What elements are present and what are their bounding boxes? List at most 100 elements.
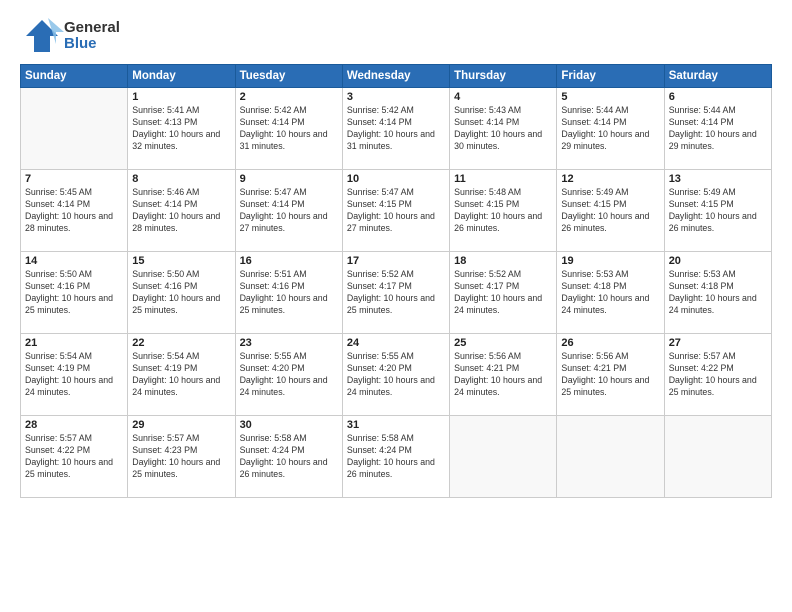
calendar-cell: 10 Sunrise: 5:47 AMSunset: 4:15 PMDayligh… <box>342 170 449 252</box>
day-info: Sunrise: 5:43 AMSunset: 4:14 PMDaylight:… <box>454 105 552 153</box>
calendar-cell: 11 Sunrise: 5:48 AMSunset: 4:15 PMDayligh… <box>450 170 557 252</box>
weekday-saturday: Saturday <box>664 65 771 88</box>
calendar-cell: 13 Sunrise: 5:49 AMSunset: 4:15 PMDayligh… <box>664 170 771 252</box>
day-info: Sunrise: 5:44 AMSunset: 4:14 PMDaylight:… <box>561 105 659 153</box>
day-number: 18 <box>454 255 552 267</box>
day-info: Sunrise: 5:49 AMSunset: 4:15 PMDaylight:… <box>669 187 767 235</box>
day-info: Sunrise: 5:52 AMSunset: 4:17 PMDaylight:… <box>347 269 445 317</box>
calendar-cell: 2 Sunrise: 5:42 AMSunset: 4:14 PMDaylight… <box>235 88 342 170</box>
week-row-5: 28Sunrise: 5:57 AMSunset: 4:22 PMDayligh… <box>21 416 772 498</box>
day-info: Sunrise: 5:46 AMSunset: 4:14 PMDaylight:… <box>132 187 230 235</box>
logo: GeneralBlue <box>20 18 120 54</box>
logo-triangle-icon <box>20 18 64 54</box>
day-number: 17 <box>347 255 445 267</box>
day-number: 10 <box>347 173 445 185</box>
day-number: 12 <box>561 173 659 185</box>
day-number: 6 <box>669 91 767 103</box>
calendar-cell <box>450 416 557 498</box>
day-info: Sunrise: 5:57 AMSunset: 4:22 PMDaylight:… <box>25 433 123 481</box>
calendar-cell: 24 Sunrise: 5:55 AMSunset: 4:20 PMDayligh… <box>342 334 449 416</box>
calendar-cell: 9 Sunrise: 5:47 AMSunset: 4:14 PMDaylight… <box>235 170 342 252</box>
day-info: Sunrise: 5:54 AMSunset: 4:19 PMDaylight:… <box>25 351 123 399</box>
day-number: 24 <box>347 337 445 349</box>
calendar-cell: 29 Sunrise: 5:57 AMSunset: 4:23 PMDayligh… <box>128 416 235 498</box>
weekday-thursday: Thursday <box>450 65 557 88</box>
day-number: 8 <box>132 173 230 185</box>
weekday-header-row: SundayMondayTuesdayWednesdayThursdayFrid… <box>21 65 772 88</box>
day-info: Sunrise: 5:42 AMSunset: 4:14 PMDaylight:… <box>240 105 338 153</box>
day-info: Sunrise: 5:56 AMSunset: 4:21 PMDaylight:… <box>561 351 659 399</box>
day-info: Sunrise: 5:47 AMSunset: 4:14 PMDaylight:… <box>240 187 338 235</box>
day-info: Sunrise: 5:50 AMSunset: 4:16 PMDaylight:… <box>132 269 230 317</box>
calendar-cell: 12 Sunrise: 5:49 AMSunset: 4:15 PMDayligh… <box>557 170 664 252</box>
day-number: 19 <box>561 255 659 267</box>
day-info: Sunrise: 5:42 AMSunset: 4:14 PMDaylight:… <box>347 105 445 153</box>
day-info: Sunrise: 5:45 AMSunset: 4:14 PMDaylight:… <box>25 187 123 235</box>
calendar-cell: 3 Sunrise: 5:42 AMSunset: 4:14 PMDaylight… <box>342 88 449 170</box>
calendar-cell: 17 Sunrise: 5:52 AMSunset: 4:17 PMDayligh… <box>342 252 449 334</box>
logo-blue-text: Blue <box>64 36 120 53</box>
day-info: Sunrise: 5:49 AMSunset: 4:15 PMDaylight:… <box>561 187 659 235</box>
day-info: Sunrise: 5:52 AMSunset: 4:17 PMDaylight:… <box>454 269 552 317</box>
page: GeneralBlue SundayMondayTuesdayWednesday… <box>0 0 792 612</box>
calendar-cell: 14 Sunrise: 5:50 AMSunset: 4:16 PMDayligh… <box>21 252 128 334</box>
calendar-cell: 25Sunrise: 5:56 AMSunset: 4:21 PMDayligh… <box>450 334 557 416</box>
week-row-1: 1Sunrise: 5:41 AMSunset: 4:13 PMDaylight… <box>21 88 772 170</box>
day-number: 27 <box>669 337 767 349</box>
day-number: 30 <box>240 419 338 431</box>
weekday-friday: Friday <box>557 65 664 88</box>
day-number: 1 <box>132 91 230 103</box>
day-info: Sunrise: 5:47 AMSunset: 4:15 PMDaylight:… <box>347 187 445 235</box>
calendar-cell: 15 Sunrise: 5:50 AMSunset: 4:16 PMDayligh… <box>128 252 235 334</box>
logo-general-text: General <box>64 20 120 37</box>
calendar-cell: 8 Sunrise: 5:46 AMSunset: 4:14 PMDaylight… <box>128 170 235 252</box>
day-number: 2 <box>240 91 338 103</box>
day-info: Sunrise: 5:55 AMSunset: 4:20 PMDaylight:… <box>347 351 445 399</box>
calendar-cell: 18 Sunrise: 5:52 AMSunset: 4:17 PMDayligh… <box>450 252 557 334</box>
calendar-cell: 23 Sunrise: 5:55 AMSunset: 4:20 PMDayligh… <box>235 334 342 416</box>
weekday-sunday: Sunday <box>21 65 128 88</box>
day-number: 26 <box>561 337 659 349</box>
calendar-cell: 27Sunrise: 5:57 AMSunset: 4:22 PMDayligh… <box>664 334 771 416</box>
weekday-monday: Monday <box>128 65 235 88</box>
day-number: 3 <box>347 91 445 103</box>
day-info: Sunrise: 5:53 AMSunset: 4:18 PMDaylight:… <box>561 269 659 317</box>
day-info: Sunrise: 5:56 AMSunset: 4:21 PMDaylight:… <box>454 351 552 399</box>
calendar-cell: 20Sunrise: 5:53 AMSunset: 4:18 PMDayligh… <box>664 252 771 334</box>
day-number: 11 <box>454 173 552 185</box>
calendar-cell: 6 Sunrise: 5:44 AMSunset: 4:14 PMDaylight… <box>664 88 771 170</box>
day-number: 5 <box>561 91 659 103</box>
day-number: 22 <box>132 337 230 349</box>
day-info: Sunrise: 5:48 AMSunset: 4:15 PMDaylight:… <box>454 187 552 235</box>
day-info: Sunrise: 5:50 AMSunset: 4:16 PMDaylight:… <box>25 269 123 317</box>
day-info: Sunrise: 5:58 AMSunset: 4:24 PMDaylight:… <box>347 433 445 481</box>
day-info: Sunrise: 5:51 AMSunset: 4:16 PMDaylight:… <box>240 269 338 317</box>
calendar-cell: 31 Sunrise: 5:58 AMSunset: 4:24 PMDayligh… <box>342 416 449 498</box>
calendar: SundayMondayTuesdayWednesdayThursdayFrid… <box>20 64 772 498</box>
day-number: 7 <box>25 173 123 185</box>
day-info: Sunrise: 5:53 AMSunset: 4:18 PMDaylight:… <box>669 269 767 317</box>
day-number: 15 <box>132 255 230 267</box>
weekday-tuesday: Tuesday <box>235 65 342 88</box>
day-number: 29 <box>132 419 230 431</box>
weekday-wednesday: Wednesday <box>342 65 449 88</box>
calendar-cell: 28Sunrise: 5:57 AMSunset: 4:22 PMDayligh… <box>21 416 128 498</box>
week-row-3: 14 Sunrise: 5:50 AMSunset: 4:16 PMDayligh… <box>21 252 772 334</box>
week-row-2: 7 Sunrise: 5:45 AMSunset: 4:14 PMDaylight… <box>21 170 772 252</box>
day-info: Sunrise: 5:55 AMSunset: 4:20 PMDaylight:… <box>240 351 338 399</box>
day-number: 23 <box>240 337 338 349</box>
week-row-4: 21Sunrise: 5:54 AMSunset: 4:19 PMDayligh… <box>21 334 772 416</box>
calendar-cell <box>21 88 128 170</box>
day-info: Sunrise: 5:57 AMSunset: 4:23 PMDaylight:… <box>132 433 230 481</box>
day-number: 14 <box>25 255 123 267</box>
day-number: 13 <box>669 173 767 185</box>
day-info: Sunrise: 5:54 AMSunset: 4:19 PMDaylight:… <box>132 351 230 399</box>
day-number: 16 <box>240 255 338 267</box>
calendar-cell: 1Sunrise: 5:41 AMSunset: 4:13 PMDaylight… <box>128 88 235 170</box>
day-number: 9 <box>240 173 338 185</box>
day-number: 31 <box>347 419 445 431</box>
calendar-cell: 26 Sunrise: 5:56 AMSunset: 4:21 PMDayligh… <box>557 334 664 416</box>
header: GeneralBlue <box>20 18 772 54</box>
day-info: Sunrise: 5:44 AMSunset: 4:14 PMDaylight:… <box>669 105 767 153</box>
calendar-cell: 16 Sunrise: 5:51 AMSunset: 4:16 PMDayligh… <box>235 252 342 334</box>
